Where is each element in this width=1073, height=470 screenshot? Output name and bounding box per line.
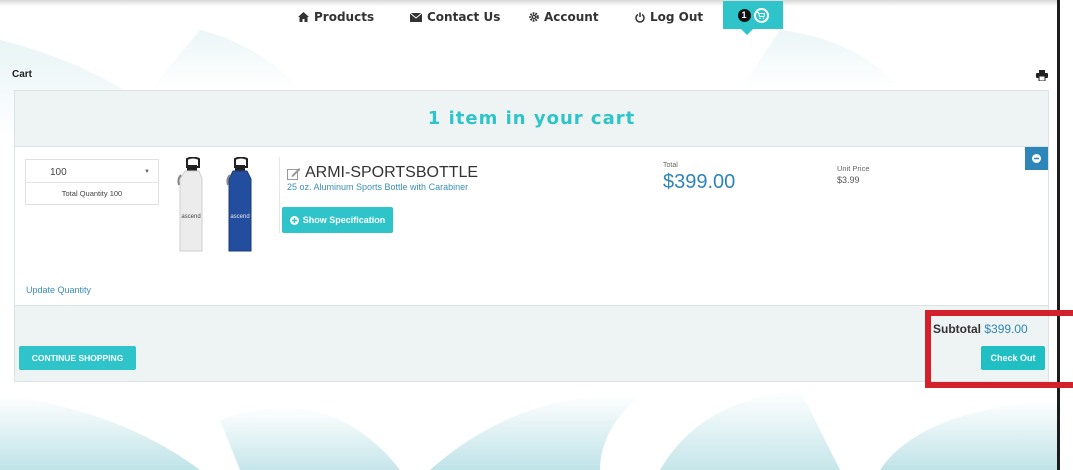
unit-price-label: Unit Price [837, 164, 870, 173]
nav-account-label: Account [544, 10, 599, 24]
home-icon [298, 12, 309, 22]
nav-products-label: Products [314, 10, 375, 24]
show-specification-button[interactable]: Show Specification [282, 207, 393, 233]
product-name: ARMI-SPORTSBOTTLE [287, 164, 478, 182]
page-title: Cart [12, 69, 33, 80]
divider [279, 157, 280, 233]
show-specification-label: Show Specification [302, 215, 386, 225]
quantity-value: 100 [50, 167, 67, 178]
cart-count-badge: 1 [737, 8, 751, 22]
quantity-box: 100 ▼ Total Quantity 100 [25, 159, 159, 205]
cart-panel: 1 item in your cart 100 ▼ Total Quantity… [14, 90, 1049, 382]
nav-contact-label: Contact Us [427, 10, 501, 24]
update-quantity-link[interactable]: Update Quantity [26, 285, 91, 295]
caret-down-icon: ▼ [144, 169, 150, 175]
nav-logout-label: Log Out [650, 10, 704, 24]
total-label: Total [663, 162, 678, 169]
continue-shopping-button[interactable]: CONTINUE SHOPPING [19, 346, 136, 370]
remove-item-button[interactable] [1025, 147, 1048, 170]
nav-account[interactable]: Account [529, 10, 599, 24]
highlight-box [925, 310, 1073, 388]
cart-item-count: 1 item in your cart [427, 108, 636, 129]
cart-header: 1 item in your cart [15, 91, 1048, 147]
quantity-select[interactable]: 100 ▼ [26, 160, 158, 183]
product-image[interactable]: ascend ascend [173, 157, 273, 253]
minus-circle-icon [1032, 154, 1041, 163]
product-image-brand: ascend [181, 214, 200, 220]
nav-products[interactable]: Products [298, 10, 374, 24]
cart-footer: CONTINUE SHOPPING Subtotal $399.00 Check… [15, 305, 1048, 381]
total-quantity-label: Total Quantity 100 [61, 189, 123, 198]
cart-icon [753, 7, 769, 23]
product-description[interactable]: 25 oz. Aluminum Sports Bottle with Carab… [287, 182, 468, 192]
plus-circle-icon [289, 215, 299, 225]
top-navigation: Products Contact Us Account Log Out 1 [0, 0, 1057, 35]
print-icon[interactable] [1036, 68, 1048, 86]
line-total: $399.00 [663, 171, 736, 193]
product-name-text: ARMI-SPORTSBOTTLE [305, 164, 479, 181]
window-right-edge [1057, 0, 1060, 470]
unit-price: $3.99 [837, 175, 860, 185]
gear-icon [529, 12, 539, 22]
product-image-brand-blue: ascend [230, 214, 249, 220]
nav-contact-us[interactable]: Contact Us [410, 10, 500, 24]
envelope-icon [410, 12, 422, 22]
power-icon [635, 12, 645, 23]
nav-cart-tab[interactable]: 1 [723, 1, 783, 35]
nav-log-out[interactable]: Log Out [635, 10, 703, 24]
edit-icon[interactable] [287, 167, 301, 180]
